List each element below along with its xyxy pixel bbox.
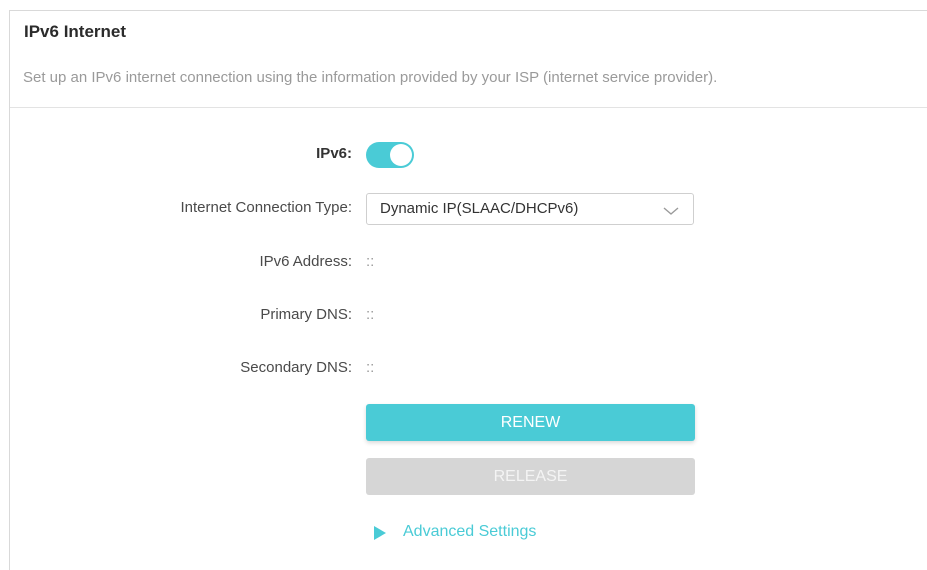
ipv6-row: IPv6: bbox=[10, 139, 927, 171]
toggle-knob bbox=[390, 144, 412, 166]
section-description: Set up an IPv6 internet connection using… bbox=[23, 69, 718, 86]
secondary-dns-row: Secondary DNS: :: bbox=[10, 353, 927, 385]
advanced-settings-label: Advanced Settings bbox=[403, 523, 537, 540]
release-button: RELEASE bbox=[366, 458, 695, 495]
triangle-right-icon bbox=[374, 526, 386, 545]
primary-dns-label: Primary DNS: bbox=[260, 306, 352, 323]
connection-type-value: Dynamic IP(SLAAC/DHCPv6) bbox=[380, 200, 579, 217]
ipv6-address-row: IPv6 Address: :: bbox=[10, 247, 927, 279]
connection-type-select[interactable]: Dynamic IP(SLAAC/DHCPv6) bbox=[366, 193, 694, 225]
primary-dns-value: :: bbox=[366, 306, 375, 323]
connection-type-row: Internet Connection Type: Dynamic IP(SLA… bbox=[10, 193, 927, 225]
divider bbox=[10, 107, 927, 108]
renew-button[interactable]: RENEW bbox=[366, 404, 695, 441]
secondary-dns-label: Secondary DNS: bbox=[240, 359, 352, 376]
ipv6-label: IPv6: bbox=[316, 145, 352, 162]
secondary-dns-value: :: bbox=[366, 359, 375, 376]
ipv6-address-label: IPv6 Address: bbox=[259, 253, 352, 270]
ipv6-toggle[interactable] bbox=[366, 142, 414, 168]
ipv6-address-value: :: bbox=[366, 253, 375, 270]
chevron-down-icon bbox=[663, 203, 679, 221]
primary-dns-row: Primary DNS: :: bbox=[10, 300, 927, 332]
section-title: IPv6 Internet bbox=[24, 22, 127, 41]
ipv6-internet-panel: IPv6 Internet Set up an IPv6 internet co… bbox=[9, 10, 927, 570]
connection-type-label: Internet Connection Type: bbox=[180, 199, 352, 216]
